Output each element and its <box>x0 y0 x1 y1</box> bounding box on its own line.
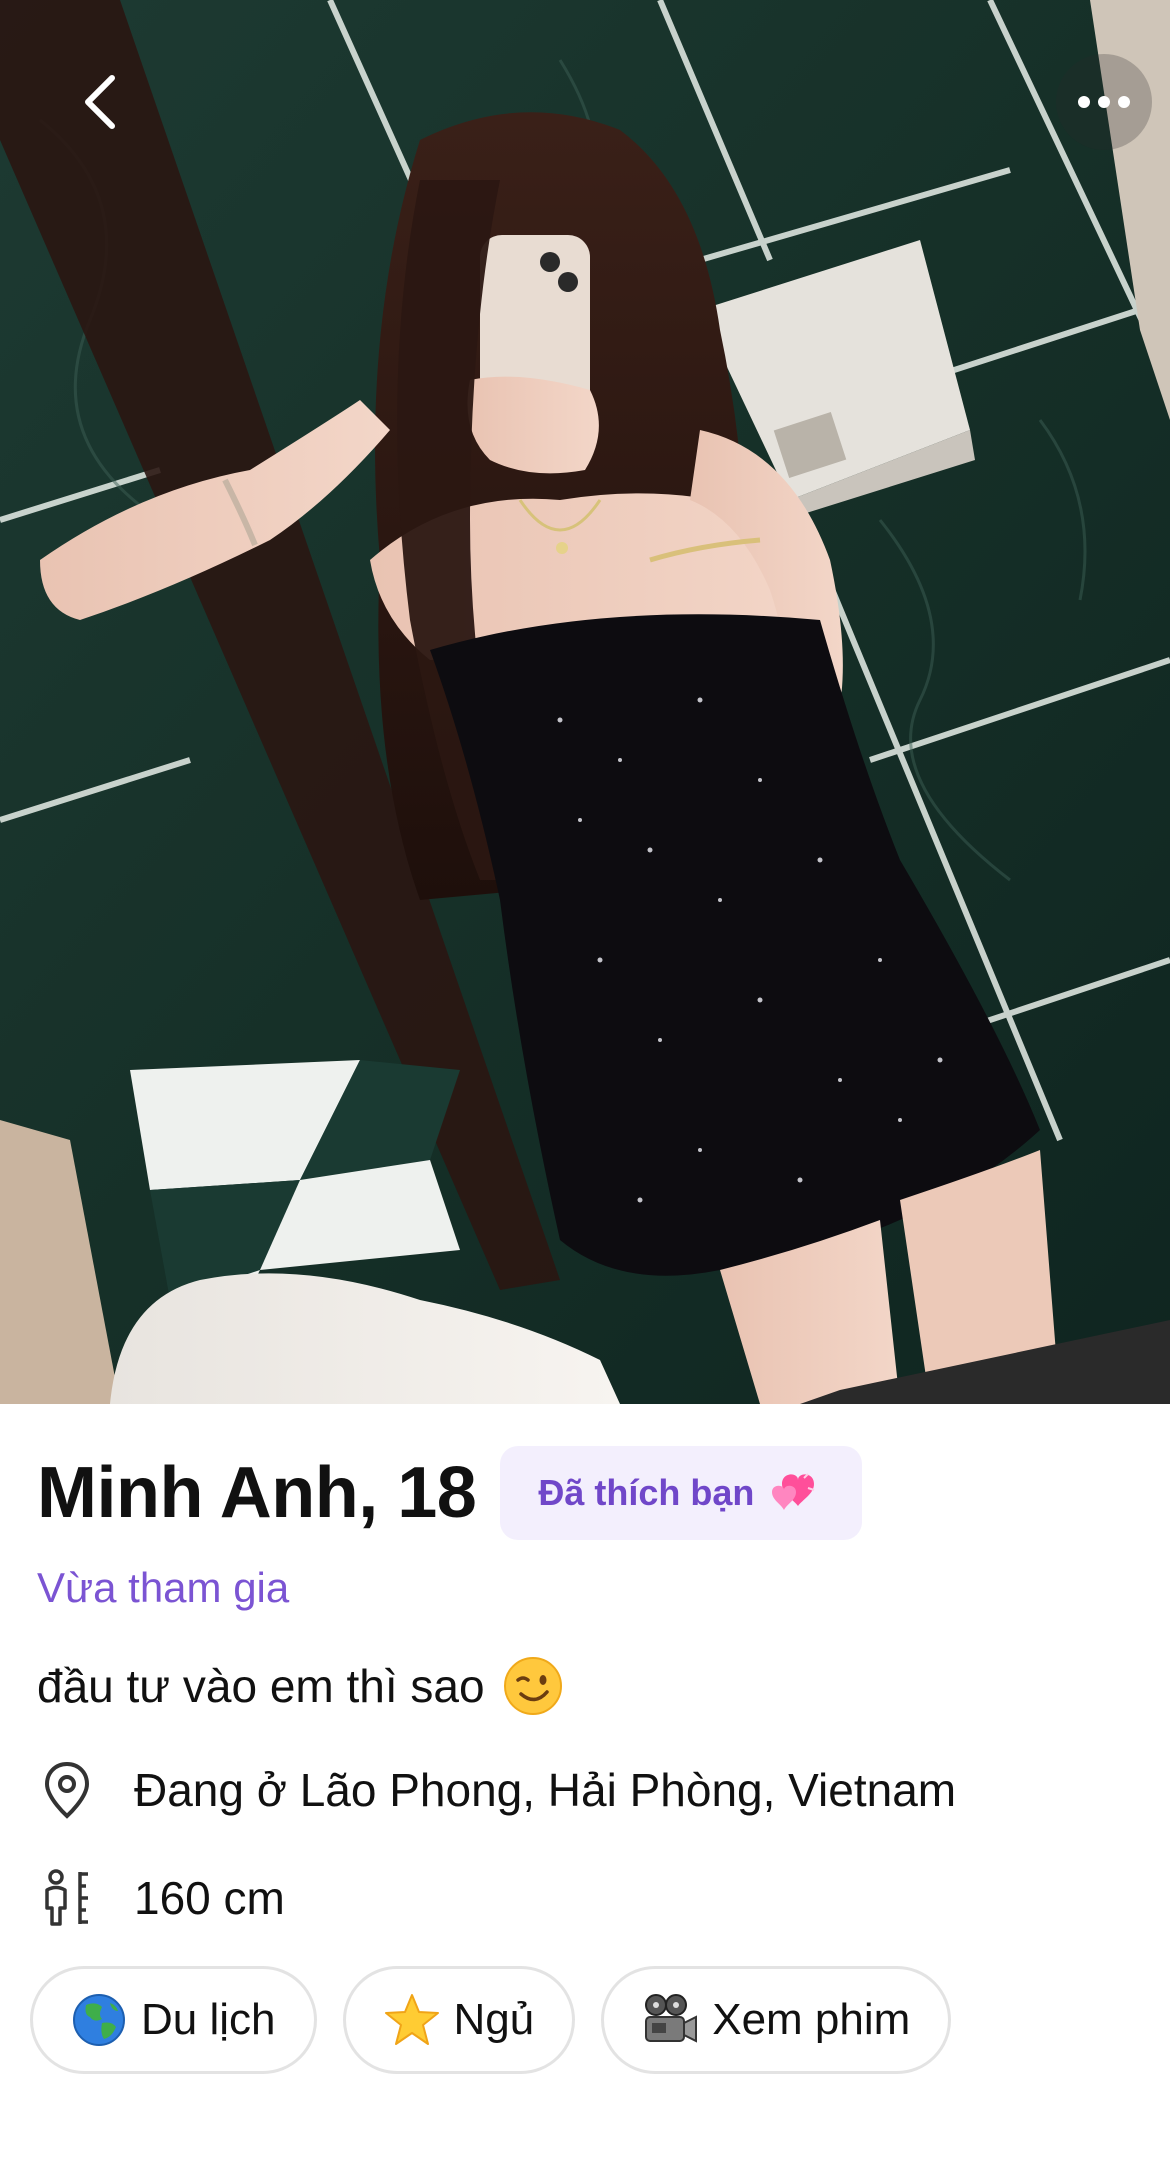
height-row: 160 cm <box>37 1868 285 1928</box>
winking-face-emoji <box>503 1657 562 1715</box>
profile-photo-image <box>0 0 1170 1404</box>
interest-tag-sleep[interactable]: Ngủ <box>342 1966 576 2074</box>
more-options-button[interactable] <box>1056 54 1152 150</box>
interest-tag-label: Ngủ <box>453 1995 535 2044</box>
location-pin-icon <box>37 1760 97 1820</box>
star-emoji <box>384 1992 440 2048</box>
film-projector-emoji <box>642 1992 698 2048</box>
height-ruler-icon <box>37 1868 97 1928</box>
interest-tag-label: Xem phim <box>712 1995 911 2044</box>
globe-emoji <box>71 1992 127 2048</box>
bio-text: đầu tư vào em thì sao <box>37 1660 485 1712</box>
interest-tag-travel[interactable]: Du lịch <box>30 1966 317 2074</box>
interest-tags: Du lịch Ngủ Xem phim <box>30 1966 977 2074</box>
more-dots-icon <box>1078 96 1130 108</box>
chevron-left-icon <box>85 75 115 129</box>
back-button[interactable] <box>52 54 148 150</box>
name-row: Minh Anh, 18 Đã thích bạn <box>37 1446 863 1540</box>
location-text: Đang ở Lão Phong, Hải Phòng, Vietnam <box>134 1764 957 1816</box>
height-text: 160 cm <box>134 1872 285 1924</box>
joined-status: Vừa tham gia <box>37 1564 290 1611</box>
liked-you-label: Đã thích bạn <box>538 1472 755 1513</box>
profile-bio: đầu tư vào em thì sao <box>37 1656 563 1716</box>
location-row: Đang ở Lão Phong, Hải Phòng, Vietnam <box>37 1760 956 1820</box>
profile-name-age: Minh Anh, 18 <box>37 1453 477 1533</box>
interest-tag-movies[interactable]: Xem phim <box>601 1966 952 2074</box>
liked-you-badge: Đã thích bạn <box>500 1446 863 1540</box>
interest-tag-label: Du lịch <box>141 1995 276 2044</box>
profile-info: Minh Anh, 18 Đã thích bạn Vừa tham gia đ… <box>0 1404 1170 2170</box>
pink-hearts-emoji <box>772 1473 815 1510</box>
profile-page: Minh Anh, 18 Đã thích bạn Vừa tham gia đ… <box>0 0 1170 2170</box>
profile-photo[interactable] <box>0 0 1170 1404</box>
